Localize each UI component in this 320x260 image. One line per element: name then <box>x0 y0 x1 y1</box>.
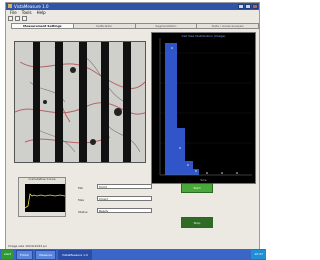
waveform-title: Cumulative Curve <box>28 177 56 181</box>
maximize-button[interactable] <box>245 4 251 9</box>
waveform-plot <box>24 184 66 212</box>
tab-segmentation[interactable]: Segmentation <box>134 23 198 29</box>
status-field[interactable]: Ready <box>97 208 152 213</box>
tab-measurement-settings[interactable]: Measurement Settings <box>11 23 74 29</box>
plot-bar-1 <box>165 43 177 175</box>
title-bar: VistaMeasure 1.0 <box>6 3 259 10</box>
minimize-button[interactable] <box>238 4 244 9</box>
microscope-image <box>15 42 145 162</box>
taskbar-item-app[interactable]: VistaMeasure 1.0 <box>58 249 92 260</box>
tab-data-analysis[interactable]: Data / visual analysis <box>196 23 259 29</box>
plot-bar-4 <box>193 169 199 175</box>
min-field[interactable]: [min] <box>97 184 152 189</box>
cumulative-chart: Cumulative Curve <box>18 177 66 217</box>
toolbar-button-2[interactable] <box>15 16 20 21</box>
stop-button[interactable]: Stop <box>181 217 213 228</box>
camera-image <box>14 41 146 163</box>
status-text: Image size 1024x1024 px <box>8 244 47 248</box>
taskbar-item-folder[interactable]: Folder <box>16 249 34 260</box>
tab-calibration[interactable]: Calibration <box>72 23 136 29</box>
max-label: Max <box>78 198 85 202</box>
menu-bar: File Tools Help <box>6 10 259 16</box>
taskbar: start Folder Measure VistaMeasure 1.0 10… <box>0 249 266 260</box>
window-title: VistaMeasure 1.0 <box>14 4 49 9</box>
app-icon <box>8 4 12 8</box>
menu-help[interactable]: Help <box>37 10 46 16</box>
plot-bar-2 <box>177 128 185 175</box>
tab-bar: Measurement Settings Calibration Segment… <box>11 23 259 29</box>
plot-bar-3 <box>185 161 193 175</box>
max-field[interactable]: [max] <box>97 196 152 201</box>
plot-area <box>152 33 255 183</box>
waveform-svg <box>24 193 66 209</box>
min-label: Min <box>78 186 84 190</box>
taskbar-item-measure[interactable]: Measure <box>35 249 57 260</box>
window-controls <box>238 4 258 9</box>
taskbar-clock: 10:47 <box>251 250 266 259</box>
plot-xlabel: Size <box>200 178 207 182</box>
plot-title: Cell Size Distribution (Image) <box>181 34 226 38</box>
close-button[interactable] <box>252 4 258 9</box>
distribution-plot: Cell Size Distribution (Image) Size <box>151 32 256 184</box>
toolbar <box>8 16 27 22</box>
toolbar-button-3[interactable] <box>22 16 27 21</box>
start-button-taskbar[interactable]: start <box>1 250 14 259</box>
start-button[interactable]: Start <box>181 183 213 193</box>
status-label: Status <box>78 210 88 214</box>
toolbar-button-1[interactable] <box>8 16 13 21</box>
